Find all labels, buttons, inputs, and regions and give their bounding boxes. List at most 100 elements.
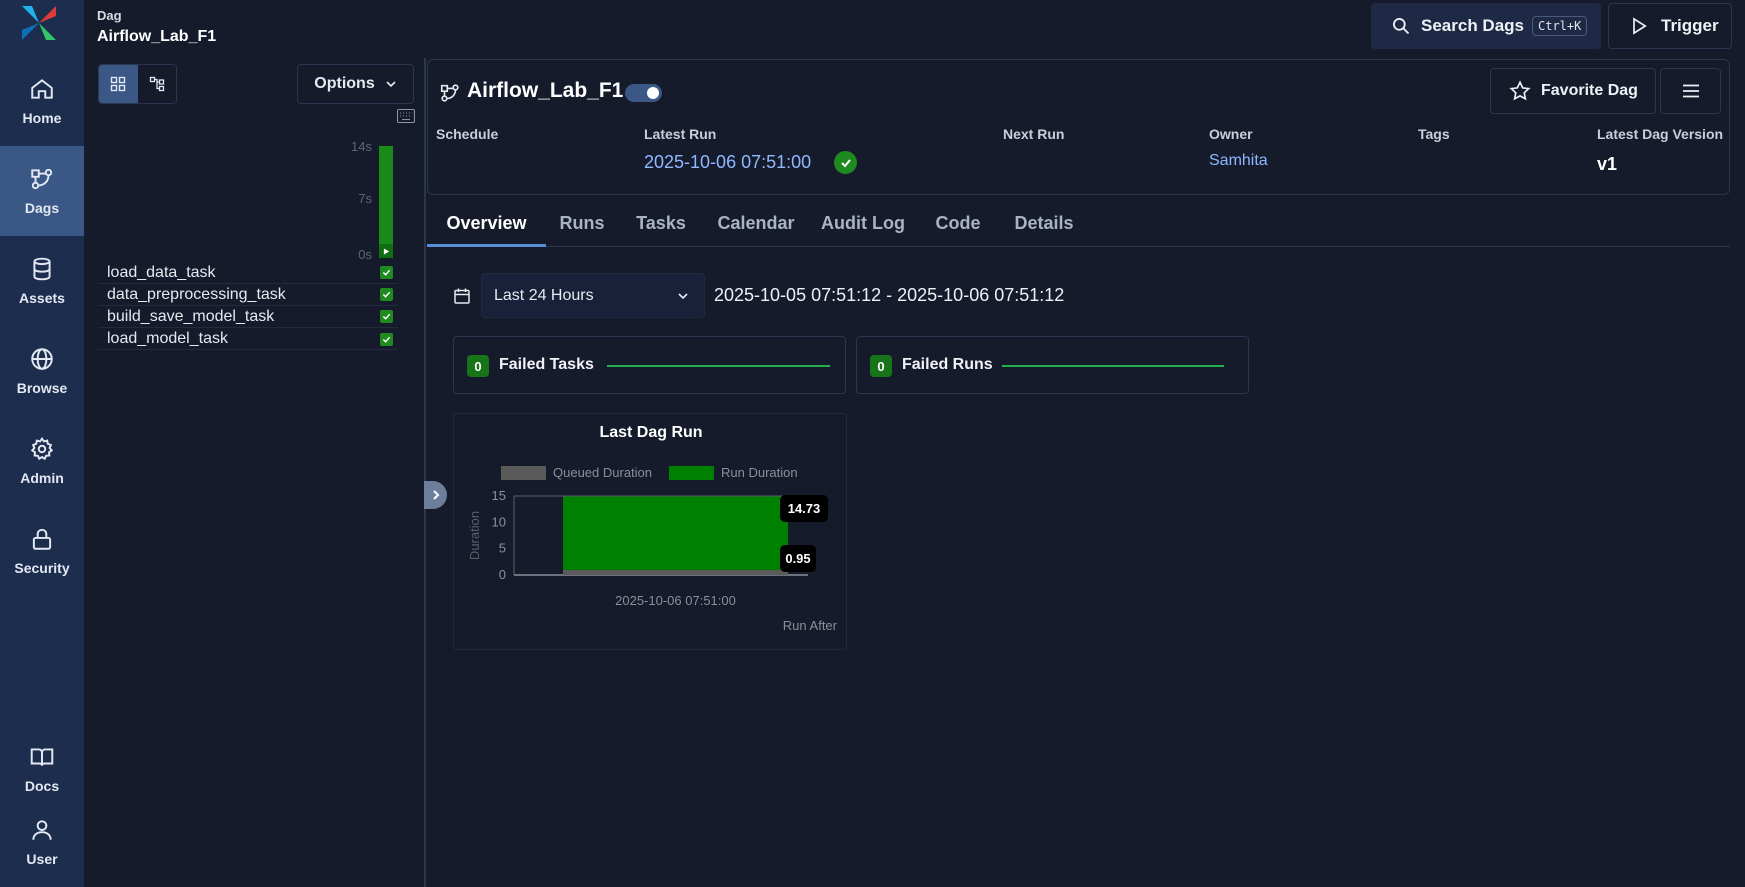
run-type-icon xyxy=(379,244,393,258)
failed-runs-card[interactable]: 0 Failed Runs xyxy=(856,336,1249,394)
search-dags-label: Search Dags xyxy=(1421,16,1524,35)
nav-admin[interactable]: Admin xyxy=(0,416,84,506)
chevron-down-icon xyxy=(385,78,397,90)
latest-run-link[interactable]: 2025-10-06 07:51:00 xyxy=(644,152,811,173)
grid-y-tick: 7s xyxy=(358,191,372,206)
grid-icon xyxy=(110,76,126,92)
time-range-value: Last 24 Hours xyxy=(494,286,594,304)
task-row[interactable]: build_save_model_task xyxy=(98,306,398,328)
airflow-logo[interactable] xyxy=(18,2,60,44)
legend-label: Queued Duration xyxy=(553,465,652,480)
nav-docs-label: Docs xyxy=(24,778,60,794)
view-toggle xyxy=(98,64,177,104)
failed-tasks-card[interactable]: 0 Failed Tasks xyxy=(453,336,846,394)
y-tick-label: 0 xyxy=(499,567,506,582)
failed-tasks-sparkline xyxy=(607,365,830,367)
failed-tasks-label: Failed Tasks xyxy=(499,356,594,373)
nav-security[interactable]: Security xyxy=(0,506,84,596)
nav-user[interactable]: User xyxy=(0,797,84,887)
grid-view-button[interactable] xyxy=(99,65,138,103)
nav-dags[interactable]: Dags xyxy=(0,146,84,236)
schedule-label: Schedule xyxy=(436,126,499,142)
tab-tasks[interactable]: Tasks xyxy=(618,203,704,247)
search-icon xyxy=(1391,16,1411,36)
task-name: data_preprocessing_task xyxy=(107,286,286,303)
chevron-down-icon xyxy=(676,289,690,303)
x-tick-label: 2025-10-06 07:51:00 xyxy=(615,593,736,608)
chart-title: Last Dag Run xyxy=(599,424,702,441)
trigger-button[interactable]: Trigger xyxy=(1608,3,1732,49)
nav-user-label: User xyxy=(26,851,58,867)
data-label: 14.73 xyxy=(788,501,821,516)
data-label: 0.95 xyxy=(785,551,810,566)
failed-runs-sparkline xyxy=(1002,365,1224,367)
nav-assets[interactable]: Assets xyxy=(0,236,84,326)
task-row[interactable]: data_preprocessing_task xyxy=(98,284,398,306)
owner-label: Owner xyxy=(1209,126,1253,142)
breadcrumb-label: Dag xyxy=(97,8,122,23)
nav-browse-label: Browse xyxy=(16,380,68,396)
graph-icon xyxy=(149,76,165,92)
task-instance-success[interactable] xyxy=(380,266,393,279)
panel-divider[interactable] xyxy=(424,58,426,887)
task-instance-success[interactable] xyxy=(380,310,393,323)
tab-runs[interactable]: Runs xyxy=(546,203,618,247)
dag-menu-button[interactable] xyxy=(1660,68,1721,114)
options-label: Options xyxy=(314,75,375,92)
hamburger-icon xyxy=(1681,81,1701,101)
legend-swatch xyxy=(501,466,546,480)
failed-runs-label: Failed Runs xyxy=(902,356,993,373)
search-shortcut-hint: Ctrl+K xyxy=(1532,16,1588,36)
y-tick-label: 15 xyxy=(492,488,506,503)
dag-run-duration-bar[interactable] xyxy=(379,146,393,258)
search-dags-button[interactable]: Search Dags Ctrl+K xyxy=(1371,3,1601,49)
task-row[interactable]: load_data_task xyxy=(98,262,398,284)
y-axis-title: Duration xyxy=(467,511,482,560)
database-icon xyxy=(29,256,55,282)
task-name: load_data_task xyxy=(107,264,216,281)
dag-pause-toggle[interactable] xyxy=(625,84,662,102)
keyboard-shortcuts-icon[interactable] xyxy=(397,109,415,123)
home-icon xyxy=(29,76,55,102)
play-icon xyxy=(1629,16,1649,36)
last-dag-run-chart[interactable]: Last Dag Run Queued Duration Run Duration 0… xyxy=(454,414,848,651)
latest-dag-version-label: Latest Dag Version xyxy=(1597,126,1724,142)
options-button[interactable]: Options xyxy=(297,64,414,104)
globe-icon xyxy=(29,346,55,372)
favorite-dag-button[interactable]: Favorite Dag xyxy=(1490,68,1656,114)
bar-queued-duration xyxy=(563,569,788,575)
task-row[interactable]: load_model_task xyxy=(98,328,398,350)
task-instance-success[interactable] xyxy=(380,288,393,301)
nav-assets-label: Assets xyxy=(19,290,65,306)
task-instance-success[interactable] xyxy=(380,333,393,346)
tab-details[interactable]: Details xyxy=(998,203,1090,247)
dags-icon xyxy=(29,166,55,192)
book-icon xyxy=(29,744,55,770)
task-name: load_model_task xyxy=(107,330,228,347)
nav-home[interactable]: Home xyxy=(0,56,84,146)
y-tick-label: 10 xyxy=(492,514,506,529)
toggle-knob xyxy=(647,87,659,99)
graph-view-button[interactable] xyxy=(138,65,177,103)
tab-audit-log[interactable]: Audit Log xyxy=(808,203,918,247)
nav-admin-label: Admin xyxy=(20,470,64,486)
y-tick-label: 5 xyxy=(499,541,506,556)
nav-dags-label: Dags xyxy=(24,200,60,216)
collapse-panel-button[interactable] xyxy=(424,481,447,509)
nav-home-label: Home xyxy=(22,110,62,126)
favorite-dag-label: Favorite Dag xyxy=(1541,82,1638,99)
tab-calendar[interactable]: Calendar xyxy=(704,203,808,247)
tab-overview[interactable]: Overview xyxy=(427,203,546,247)
tab-code[interactable]: Code xyxy=(918,203,998,247)
chevron-right-icon xyxy=(430,489,442,501)
nav-browse[interactable]: Browse xyxy=(0,326,84,416)
calendar-icon xyxy=(453,287,471,305)
time-range-select[interactable]: Last 24 Hours xyxy=(481,273,705,318)
owner-link[interactable]: Samhita xyxy=(1209,152,1268,170)
breadcrumb-dag-name[interactable]: Airflow_Lab_F1 xyxy=(97,28,216,46)
run-success-icon xyxy=(834,151,857,174)
dag-icon xyxy=(439,82,461,104)
failed-tasks-count: 0 xyxy=(467,355,489,377)
legend-label: Run Duration xyxy=(721,465,798,480)
tags-label: Tags xyxy=(1418,126,1450,142)
